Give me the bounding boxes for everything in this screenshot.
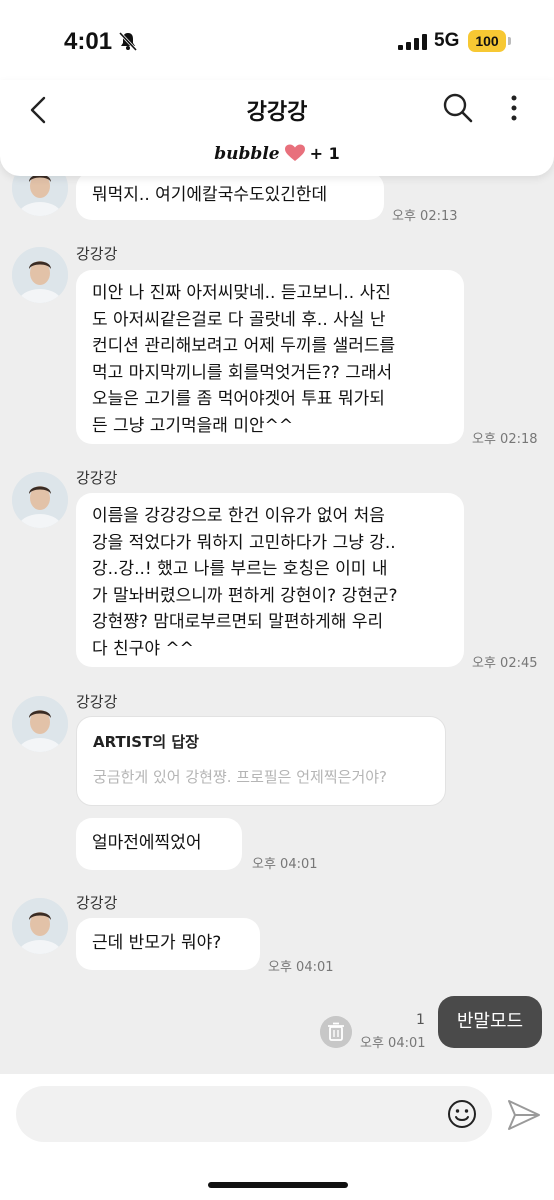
message-bubble[interactable]: 근데 반모가 뭐야? [76, 918, 260, 970]
battery-tip [508, 37, 511, 45]
message-bubble[interactable]: 뭐먹지.. 여기에칼국수도있긴한데 [76, 172, 384, 220]
send-icon[interactable] [506, 1098, 542, 1132]
chat-header: 강강강 bubble + 1 [0, 80, 554, 176]
network-label: 5G [434, 30, 460, 51]
message-input[interactable] [16, 1086, 492, 1142]
avatar[interactable] [12, 247, 68, 303]
message-line: 먹고 마지막끼니를 회를먹엇거든?? 그래서 [92, 362, 393, 383]
avatar[interactable] [12, 898, 68, 954]
avatar-person-icon [12, 696, 68, 752]
emoji-icon[interactable] [446, 1098, 478, 1130]
more-vertical-icon[interactable] [500, 90, 528, 126]
home-indicator [208, 1182, 348, 1188]
composer-bar [0, 1074, 554, 1200]
message-line: 컨디션 관리해보려고 어제 두끼를 샐러드를 [92, 336, 396, 356]
status-time: 4:01 [64, 28, 113, 55]
message-line: 미안 나 진짜 아저씨맞네.. 듣고보니.. 사진 [92, 283, 391, 303]
avatar[interactable] [12, 472, 68, 528]
message-line: 다 친구야 ^^ [92, 638, 194, 659]
bell-muted-icon [118, 31, 138, 51]
message-line: 든 그냥 고기먹을래 미안^^ [92, 415, 294, 436]
artist-reply-card[interactable]: ARTIST의 답장 궁금한게 있어 강현쨩. 프로필은 언제찍은거야? [76, 716, 446, 806]
heart-icon [284, 144, 305, 161]
sender-name: 강강강 [76, 469, 118, 487]
sender-name: 강강강 [76, 894, 118, 912]
message-time: 오후 02:45 [472, 656, 538, 671]
message-time: 오후 04:01 [252, 857, 318, 872]
unread-count: 1 [416, 1012, 425, 1028]
battery-level: 100 [468, 30, 506, 52]
message-line: 강현쨩? 맘대로부르면되 말편하게해 우리 [92, 612, 384, 632]
avatar[interactable] [12, 696, 68, 752]
avatar-person-icon [12, 898, 68, 954]
message-bubble[interactable]: 얼마전에찍었어 [76, 818, 242, 870]
sender-name: 강강강 [76, 245, 118, 263]
message-line: 이름을 강강강으로 한건 이유가 없어 처음 [92, 506, 385, 526]
bubble-logo: bubble [214, 144, 280, 164]
message-time: 오후 02:18 [472, 432, 538, 447]
message-time: 오후 04:01 [268, 960, 334, 975]
message-line: 가 말놔버렸으니까 편하게 강현이? 강현군? [92, 585, 398, 606]
message-time: 오후 02:13 [392, 209, 458, 224]
message-bubble[interactable]: 미안 나 진짜 아저씨맞네.. 듣고보니.. 사진 도 아저씨같은걸로 다 골랏… [76, 270, 464, 444]
message-line: 강..강..! 했고 나를 부르는 호칭은 이미 내 [92, 559, 388, 579]
avatar-person-icon [12, 472, 68, 528]
search-icon[interactable] [440, 90, 476, 126]
message-line: 강을 적었다가 뭐하지 고민하다가 그냥 강.. [92, 532, 396, 553]
message-time: 오후 04:01 [360, 1036, 426, 1051]
status-bar: 4:01 5G 100 [0, 0, 554, 80]
message-line: 도 아저씨같은걸로 다 골랏네 후.. 사실 난 [92, 309, 386, 330]
message-bubble[interactable]: 이름을 강강강으로 한건 이유가 없어 처음 강을 적었다가 뭐하지 고민하다가… [76, 493, 464, 667]
sender-name: 강강강 [76, 693, 118, 711]
trash-icon[interactable] [320, 1016, 352, 1048]
avatar-person-icon [12, 247, 68, 303]
reply-title: ARTIST의 답장 [93, 733, 199, 751]
my-message-bubble[interactable]: 반말모드 [438, 996, 542, 1048]
reply-quote: 궁금한게 있어 강현쨩. 프로필은 언제찍은거야? [93, 768, 388, 786]
bubble-count-row[interactable]: bubble + 1 [0, 144, 554, 164]
signal-icon [398, 34, 427, 50]
bubble-count: + 1 [309, 144, 340, 163]
message-line: 오늘은 고기를 좀 먹어야겟어 투표 뭐가되 [92, 389, 385, 409]
